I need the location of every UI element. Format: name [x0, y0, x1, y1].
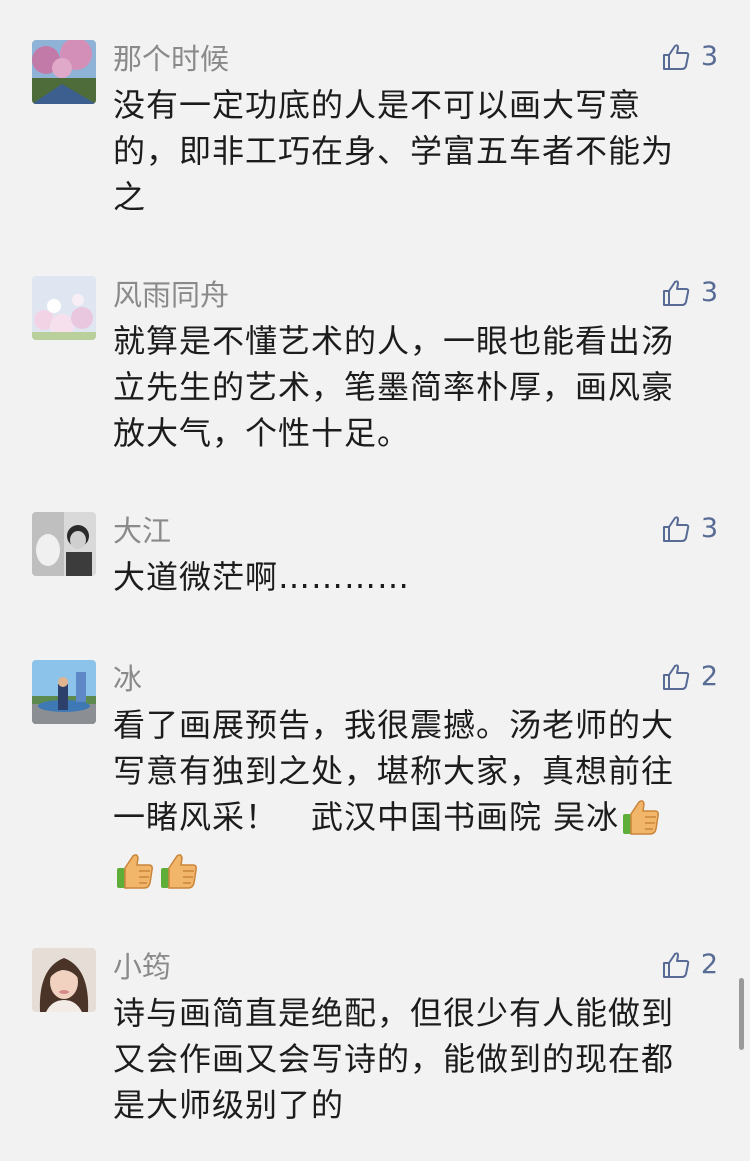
thumbs-up-emoji-icon — [159, 852, 199, 902]
commenter-name[interactable]: 那个时候 — [113, 42, 229, 76]
commenter-name[interactable]: 冰 — [113, 662, 142, 696]
comment-text: 看了画展预告，我很震撼。汤老师的大写意有独到之处，堪称大家，真想前往一睹风采！ … — [113, 702, 695, 902]
like-button[interactable]: 2 — [661, 660, 718, 694]
thumbs-up-emoji-icon — [115, 852, 155, 902]
comment-item: 那个时候 3 没有一定功底的人是不可以画大写意的，即非工巧在身、学富五车者不能为… — [0, 40, 750, 240]
avatar[interactable] — [32, 948, 96, 1012]
like-button[interactable]: 3 — [661, 276, 718, 310]
commenter-name[interactable]: 风雨同舟 — [113, 278, 229, 312]
comment-item: 冰 2 看了画展预告，我很震撼。汤老师的大写意有独到之处，堪称大家，真想前往一睹… — [0, 660, 750, 900]
like-count: 2 — [700, 949, 718, 980]
like-button[interactable]: 3 — [661, 512, 718, 546]
comment-text: 就算是不懂艺术的人，一眼也能看出汤立先生的艺术，笔墨简率朴厚，画风豪放大气，个性… — [113, 322, 675, 452]
comment-text-content: 看了画展预告，我很震撼。汤老师的大写意有独到之处，堪称大家，真想前往一睹风采！ … — [113, 706, 675, 836]
avatar[interactable] — [32, 660, 96, 724]
like-count: 2 — [700, 661, 718, 692]
comment-text: 没有一定功底的人是不可以画大写意的，即非工巧在身、学富五车者不能为之 — [113, 86, 675, 216]
thumbs-up-icon — [661, 42, 691, 72]
like-count: 3 — [700, 513, 718, 544]
like-button[interactable]: 2 — [661, 948, 718, 982]
comment-item: 风雨同舟 3 就算是不懂艺术的人，一眼也能看出汤立先生的艺术，笔墨简率朴厚，画风… — [0, 276, 750, 476]
commenter-name[interactable]: 大江 — [113, 514, 171, 548]
thumbs-up-icon — [661, 950, 691, 980]
comment-text: 大道微茫啊………… — [113, 558, 411, 596]
comment-text: 诗与画简直是绝配，但很少有人能做到又会作画又会写诗的，能做到的现在都是大师级别了… — [113, 994, 675, 1124]
like-count: 3 — [700, 277, 718, 308]
comment-item: 小筠 2 诗与画简直是绝配，但很少有人能做到又会作画又会写诗的，能做到的现在都是… — [0, 948, 750, 1148]
avatar[interactable] — [32, 512, 96, 576]
like-button[interactable]: 3 — [661, 40, 718, 74]
thumbs-up-emoji-icon — [621, 798, 661, 848]
avatar[interactable] — [32, 276, 96, 340]
thumbs-up-icon — [661, 662, 691, 692]
avatar[interactable] — [32, 40, 96, 104]
like-count: 3 — [700, 41, 718, 72]
commenter-name[interactable]: 小筠 — [113, 950, 171, 984]
comment-item: 大江 3 大道微茫啊………… — [0, 512, 750, 612]
thumbs-up-icon — [661, 514, 691, 544]
thumbs-up-icon — [661, 278, 691, 308]
scrollbar[interactable] — [739, 978, 744, 1050]
